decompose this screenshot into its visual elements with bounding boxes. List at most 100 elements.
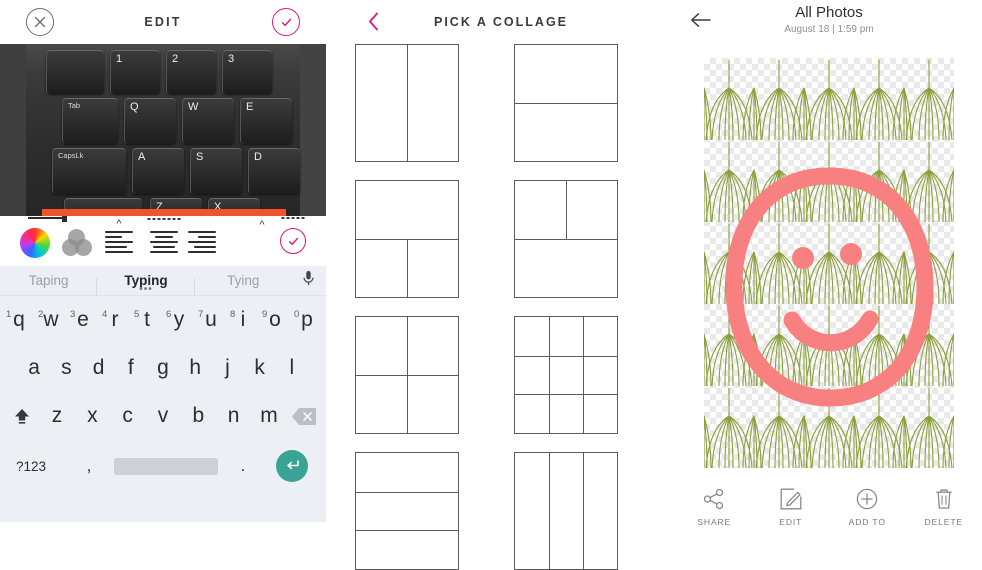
key-o[interactable]: 9o: [259, 308, 291, 332]
collage-option-three-columns[interactable]: [514, 452, 618, 570]
align-center-button[interactable]: [147, 218, 181, 253]
photos-header: All Photos August 18 | 1:59 pm: [676, 0, 982, 44]
key-p-num: 0: [294, 309, 300, 320]
key-i[interactable]: 8i: [227, 308, 259, 332]
key-s[interactable]: s: [50, 356, 82, 380]
key-z[interactable]: z: [39, 404, 74, 428]
shift-arrow-icon[interactable]: [4, 406, 39, 426]
photo-preview[interactable]: [704, 58, 954, 468]
key-y-num: 6: [166, 309, 172, 320]
size-slider-track[interactable]: [28, 217, 66, 219]
chevron-left-icon[interactable]: [368, 12, 379, 35]
period-key[interactable]: .: [222, 456, 264, 476]
key-a[interactable]: a: [18, 356, 50, 380]
key-g[interactable]: g: [147, 356, 179, 380]
edit-toolbar: ^ ^: [0, 214, 326, 266]
color-wheel-button[interactable]: [20, 214, 67, 258]
photo-action-bar: SHARE EDIT ADD TO DELETE: [676, 476, 982, 538]
comma-key[interactable]: ,: [68, 456, 110, 476]
key-u-num: 7: [198, 309, 204, 320]
edit-panel: EDIT 1 2 3 Q W E Tab CapsLk A S D Z X ^ …: [0, 0, 326, 570]
share-icon: [704, 488, 724, 509]
key-w[interactable]: 2w: [35, 308, 67, 332]
key-p[interactable]: 0p: [291, 308, 323, 332]
collage-option-two-rows[interactable]: [514, 44, 618, 162]
key-x[interactable]: x: [75, 404, 110, 428]
key-i-label: i: [240, 308, 246, 331]
edit-photo-canvas[interactable]: 1 2 3 Q W E Tab CapsLk A S D Z X Begin: [0, 44, 326, 216]
color-wheel-icon[interactable]: [20, 228, 50, 258]
key-i-num: 8: [230, 309, 236, 320]
page-title: All Photos: [795, 4, 863, 21]
key-j[interactable]: j: [211, 356, 243, 380]
numeric-key[interactable]: ?123: [6, 459, 68, 474]
key-q[interactable]: 1q: [3, 308, 35, 332]
suggestion-dots: •••: [139, 284, 153, 295]
key-r[interactable]: 4r: [99, 308, 131, 332]
suggestion-0[interactable]: Taping: [0, 273, 98, 296]
key-y[interactable]: 6y: [163, 308, 195, 332]
suggestion-2[interactable]: Tying: [195, 273, 292, 288]
collage-option-top-full-bottom-split[interactable]: [355, 180, 459, 298]
key-f[interactable]: f: [115, 356, 147, 380]
key-q-label: q: [13, 308, 25, 331]
page-title: EDIT: [144, 15, 182, 29]
panel-divider-1: [326, 0, 340, 570]
collage-option-top-split-bottom-full[interactable]: [514, 180, 618, 298]
key-d[interactable]: d: [82, 356, 114, 380]
align-left-button[interactable]: ^: [105, 219, 133, 253]
align-right-button[interactable]: [188, 231, 216, 253]
collage-option-nine-grid[interactable]: [514, 316, 618, 434]
edit-button[interactable]: EDIT: [753, 488, 830, 527]
confirm-text-button[interactable]: [280, 217, 306, 254]
key-u-label: u: [205, 308, 217, 331]
enter-return-icon[interactable]: [276, 450, 308, 482]
collage-panel: PICK A COLLAGE: [340, 0, 662, 570]
key-k[interactable]: k: [244, 356, 276, 380]
key-e[interactable]: 3e: [67, 308, 99, 332]
close-circle-icon[interactable]: [26, 8, 54, 36]
key-n[interactable]: n: [216, 404, 251, 428]
align-center-icon: [150, 231, 178, 253]
dots-row-icon: [281, 217, 305, 219]
backspace-icon[interactable]: [287, 407, 322, 426]
keyboard-photo: 1 2 3 Q W E Tab CapsLk A S D Z X: [0, 44, 326, 216]
microphone-icon[interactable]: [292, 270, 326, 291]
delete-button[interactable]: DELETE: [906, 488, 982, 527]
key-t[interactable]: 5t: [131, 308, 163, 332]
key-v[interactable]: v: [145, 404, 180, 428]
share-button[interactable]: SHARE: [676, 488, 753, 527]
check-circle-icon[interactable]: [272, 8, 300, 36]
key-m[interactable]: m: [251, 404, 286, 428]
key-e-num: 3: [70, 309, 76, 320]
collage-option-three-rows[interactable]: [355, 452, 459, 570]
space-key[interactable]: [114, 457, 218, 475]
opacity-circles-icon: [62, 229, 92, 256]
virtual-keyboard[interactable]: Taping Typing ••• Tying 1 q 2 w 3 e 4 r …: [0, 266, 326, 522]
key-u[interactable]: 7u: [195, 308, 227, 332]
key-c[interactable]: c: [110, 404, 145, 428]
align-right-icon: [188, 231, 216, 253]
keyboard-row-1[interactable]: 1q 2w 3e 4r 5t 6y 7u 8i 9o 0p: [0, 296, 326, 344]
suggestion-1[interactable]: Typing •••: [97, 273, 195, 296]
smiley-left-eye: [792, 247, 814, 269]
key-w-label: w: [43, 308, 59, 331]
collage-option-four-grid[interactable]: [355, 316, 459, 434]
opacity-button[interactable]: [62, 229, 92, 256]
keyboard-row-3[interactable]: z x c v b n m: [0, 392, 326, 440]
key-r-num: 4: [102, 309, 108, 320]
confirm-check-icon[interactable]: [280, 228, 306, 254]
delete-label: DELETE: [924, 516, 963, 527]
app-screenshot: EDIT 1 2 3 Q W E Tab CapsLk A S D Z X ^ …: [0, 0, 982, 570]
keyboard-row-2[interactable]: a s d f g h j k l: [0, 344, 326, 392]
keyboard-row-4[interactable]: ?123 , .: [0, 440, 326, 492]
key-b[interactable]: b: [181, 404, 216, 428]
key-h[interactable]: h: [179, 356, 211, 380]
add-to-label: ADD TO: [848, 516, 886, 527]
arrow-left-icon[interactable]: [690, 12, 711, 32]
key-l[interactable]: l: [276, 356, 308, 380]
smiley-right-eye: [840, 243, 862, 265]
enter-key[interactable]: [264, 450, 320, 482]
collage-option-two-columns[interactable]: [355, 44, 459, 162]
add-to-button[interactable]: ADD TO: [829, 488, 906, 527]
